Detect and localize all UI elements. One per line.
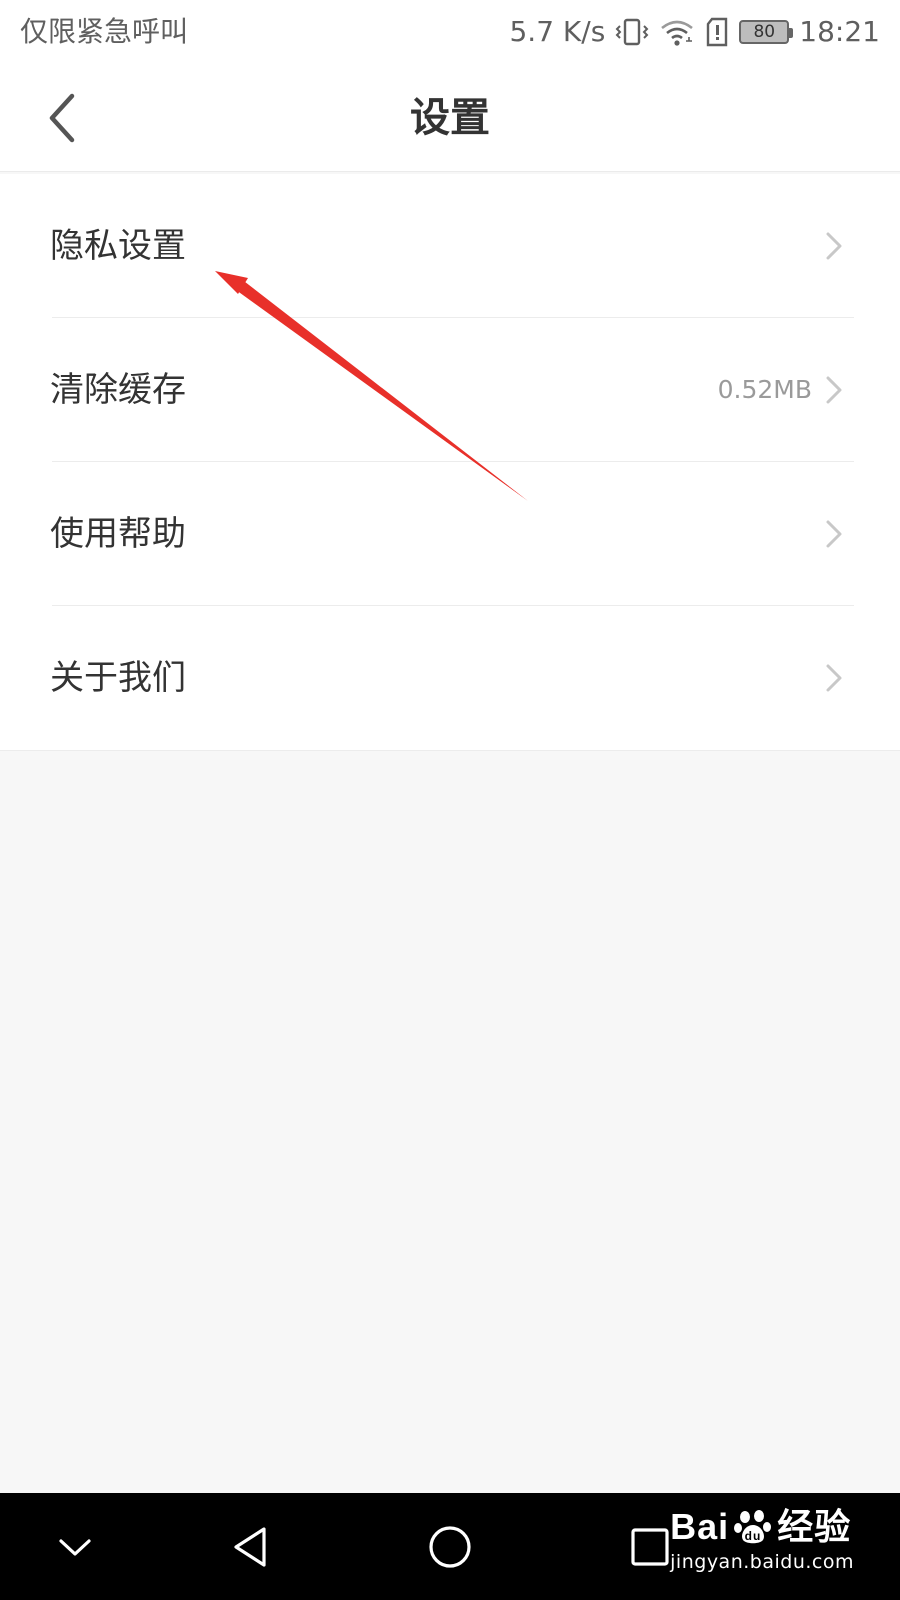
status-bar: 仅限紧急呼叫 5.7 K/s 80 18:21 (0, 0, 900, 64)
settings-item-help[interactable]: 使用帮助 (0, 462, 900, 606)
settings-item-label: 清除缓存 (50, 370, 186, 410)
back-triangle-icon (234, 1527, 266, 1567)
network-speed: 5.7 K/s (509, 15, 606, 48)
sim-alert-icon (705, 17, 729, 47)
settings-list: 隐私设置 清除缓存 0.52MB 使用帮助 关于我们 (0, 174, 900, 751)
carrier-label: 仅限紧急呼叫 (20, 15, 189, 48)
settings-item-clear-cache[interactable]: 清除缓存 0.52MB (0, 318, 900, 462)
watermark-url: jingyan.baidu.com (670, 1551, 854, 1573)
chevron-right-icon (826, 520, 842, 548)
watermark-logo: Bai du 经验 (670, 1505, 854, 1549)
nav-home-button[interactable] (418, 1515, 482, 1579)
battery-level: 80 (753, 22, 776, 42)
system-nav-bar: Bai du 经验 jingyan.baidu.com (0, 1493, 900, 1600)
svg-text:du: du (745, 1529, 762, 1543)
cache-size-value: 0.52MB (717, 375, 812, 404)
wifi-icon (659, 17, 695, 47)
chevron-right-icon (826, 664, 842, 692)
clock: 18:21 (799, 15, 880, 48)
home-circle-icon (429, 1526, 471, 1568)
settings-item-label: 使用帮助 (50, 514, 186, 554)
chevron-right-icon (826, 376, 842, 404)
page-title: 设置 (410, 95, 490, 141)
vibrate-icon (615, 17, 649, 47)
watermark-logo-suffix: 经验 (777, 1506, 852, 1547)
settings-item-label: 隐私设置 (50, 226, 186, 266)
baidu-jingyan-watermark: Bai du 经验 jingyan.baidu.com (670, 1505, 854, 1575)
chevron-right-icon (826, 232, 842, 260)
collapse-icon (59, 1539, 91, 1556)
watermark-logo-text: Bai (670, 1506, 730, 1547)
paw-icon: du (734, 1510, 772, 1544)
settings-item-about[interactable]: 关于我们 (0, 606, 900, 750)
status-indicators: 5.7 K/s 80 18:21 (509, 12, 880, 52)
battery-icon: 80 (739, 20, 794, 44)
recents-square-icon (631, 1528, 669, 1566)
collapse-button[interactable] (43, 1515, 107, 1579)
settings-item-label: 关于我们 (50, 658, 186, 698)
nav-back-button[interactable] (218, 1515, 282, 1579)
app-header: 设置 (0, 64, 900, 172)
settings-item-privacy[interactable]: 隐私设置 (0, 174, 900, 318)
